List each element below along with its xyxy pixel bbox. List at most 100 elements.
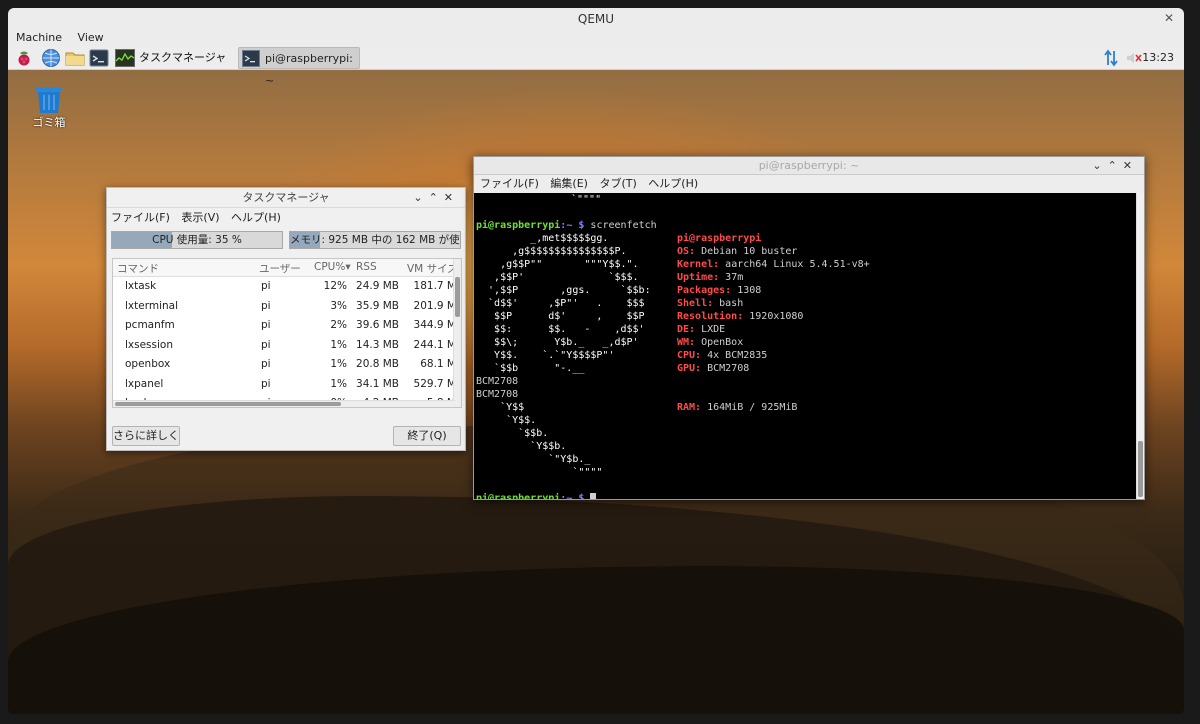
- cell-rss: 24.9 MB: [356, 280, 399, 292]
- minimize-icon[interactable]: ⌄: [1092, 159, 1107, 172]
- table-row[interactable]: lxsession pi 1% 14.3 MB 244.1 M: [113, 336, 461, 356]
- tm-menu-file[interactable]: ファイル(F): [111, 211, 170, 224]
- col-rss[interactable]: RSS: [356, 261, 377, 273]
- info-line: Resolution: 1920x1080: [677, 311, 804, 322]
- text-cursor: [590, 492, 597, 499]
- logo-line: ,$$P' `$$$.: [476, 272, 639, 283]
- qemu-menubar: Machine View: [8, 30, 1184, 46]
- term-menu-edit[interactable]: 編集(E): [550, 177, 588, 190]
- command-text: screenfetch: [590, 220, 657, 231]
- cell-user: pi: [261, 377, 271, 390]
- taskbar-terminal[interactable]: pi@raspberrypi: ~: [238, 47, 360, 87]
- logo-line: $$P d$' , $$P: [476, 311, 645, 322]
- logo-line: `Y$$b.: [476, 441, 567, 452]
- taskbar-terminal-label: pi@raspberrypi: ~: [265, 52, 353, 87]
- cell-cpu: 1%: [330, 338, 347, 351]
- cell-rss: 35.9 MB: [356, 299, 399, 312]
- terminal-scrollbar[interactable]: [1136, 193, 1144, 499]
- table-row[interactable]: lxterminal pi 3% 35.9 MB 201.9 M: [113, 297, 461, 317]
- terminal-titlebar[interactable]: pi@raspberrypi: ~ ⌄⌃✕: [474, 157, 1144, 175]
- info-line: GPU: BCM2708: [677, 363, 750, 374]
- maximize-icon[interactable]: ⌃: [1108, 159, 1123, 172]
- cell-vm: 201.9 M: [413, 299, 456, 312]
- task-manager-window: タスクマネージャ ⌄⌃✕ ファイル(F) 表示(V) ヘルプ(H) CPU 使用…: [106, 187, 466, 451]
- cell-user: pi: [261, 319, 271, 331]
- col-command[interactable]: コマンド: [117, 261, 159, 276]
- col-vm[interactable]: VM サイズ: [407, 261, 458, 276]
- close-icon[interactable]: ✕: [1123, 159, 1138, 172]
- table-row[interactable]: lxpanel pi 1% 34.1 MB 529.7 M: [113, 375, 461, 395]
- prompt-user: pi@raspberrypi: [476, 220, 561, 231]
- raspberry-menu-icon[interactable]: [14, 48, 34, 68]
- tm-menu-help[interactable]: ヘルプ(H): [231, 211, 281, 224]
- col-user[interactable]: ユーザー: [259, 261, 301, 276]
- taskbar-task-manager[interactable]: タスクマネージャ: [113, 48, 226, 68]
- info-line: Uptime: 37m: [677, 272, 744, 283]
- cell-cpu: 3%: [330, 299, 347, 312]
- terminal-window: pi@raspberrypi: ~ ⌄⌃✕ ファイル(F) 編集(E) タブ(T…: [473, 156, 1145, 500]
- table-row[interactable]: lxtask pi 12% 24.9 MB 181.7 M: [113, 277, 461, 297]
- minimize-icon[interactable]: ⌄: [413, 191, 428, 204]
- cell-cpu: 1%: [330, 377, 347, 390]
- menu-view[interactable]: View: [78, 31, 104, 44]
- vertical-scrollbar[interactable]: [453, 259, 461, 407]
- cell-command: lxterminal: [125, 299, 178, 312]
- horizontal-scrollbar[interactable]: [113, 400, 455, 407]
- cell-command: openbox: [125, 358, 171, 370]
- cell-user: pi: [261, 338, 271, 351]
- network-icon[interactable]: [1103, 49, 1119, 67]
- info-line: DE: LXDE: [677, 324, 726, 335]
- logo-line: `d$$' ,$P"' . $$$: [476, 298, 645, 309]
- cell-user: pi: [261, 299, 271, 312]
- web-browser-icon[interactable]: [41, 48, 61, 68]
- logo-line: `Y$$.: [476, 415, 537, 426]
- cell-cpu: 2%: [330, 319, 347, 331]
- table-row[interactable]: pcmanfm pi 2% 39.6 MB 344.9 M: [113, 316, 461, 336]
- prompt-line: pi@raspberrypi:~ $: [476, 492, 597, 499]
- file-manager-icon[interactable]: [65, 48, 85, 68]
- cell-rss: 20.8 MB: [356, 358, 399, 370]
- close-icon[interactable]: ✕: [1160, 9, 1178, 27]
- logo-line: `$$b.: [476, 428, 549, 439]
- col-cpu[interactable]: CPU%▾: [314, 261, 351, 273]
- terminal-title: pi@raspberrypi: ~: [758, 159, 860, 172]
- task-manager-titlebar[interactable]: タスクマネージャ ⌄⌃✕: [107, 188, 465, 208]
- process-rows: lxtask pi 12% 24.9 MB 181.7 M lxterminal pi 3% 3…: [113, 277, 461, 407]
- term-menu-help[interactable]: ヘルプ(H): [648, 177, 698, 190]
- term-menu-tabs[interactable]: タブ(T): [599, 177, 636, 190]
- logo-line: ',$$P ,ggs. `$$b:: [476, 285, 651, 296]
- terminal-icon: [242, 50, 260, 67]
- logo-line: `"""": [476, 467, 603, 478]
- info-line: Shell: bash: [677, 298, 744, 309]
- trash-icon[interactable]: [32, 86, 66, 114]
- table-row[interactable]: openbox pi 1% 20.8 MB 68.1 M: [113, 355, 461, 375]
- volume-muted-icon[interactable]: [1126, 51, 1142, 65]
- maximize-icon[interactable]: ⌃: [429, 191, 444, 204]
- bcm-line: BCM2708: [476, 389, 519, 400]
- logo-line: `Y$$: [476, 402, 525, 413]
- cell-command: lxsession: [125, 338, 173, 351]
- taskbar: タスクマネージャ pi@raspberrypi: ~ 13:23: [8, 46, 1184, 87]
- info-line: Kernel: aarch64 Linux 5.4.51-v8+: [677, 259, 870, 270]
- menu-machine[interactable]: Machine: [16, 31, 62, 44]
- term-menu-file[interactable]: ファイル(F): [480, 177, 539, 190]
- cell-cpu: 1%: [330, 358, 347, 370]
- process-table-header: コマンド ユーザー CPU%▾ RSS VM サイズ: [113, 259, 461, 277]
- terminal-icon[interactable]: [89, 48, 109, 68]
- close-icon[interactable]: ✕: [444, 191, 459, 204]
- desktop: タスクマネージャ pi@raspberrypi: ~ 13:23 ゴミ箱 タスク…: [8, 46, 1184, 714]
- task-manager-menubar: ファイル(F) 表示(V) ヘルプ(H): [107, 208, 465, 228]
- qemu-window: QEMU ✕ Machine View タスクマネージャ pi@raspberr…: [8, 8, 1184, 714]
- cell-command: pcmanfm: [125, 319, 175, 331]
- logo-line: ,g$$P"" """Y$$.".: [476, 259, 639, 270]
- tm-menu-view[interactable]: 表示(V): [181, 211, 219, 224]
- clock[interactable]: 13:23: [1142, 46, 1174, 70]
- cpu-usage-bar: CPU 使用量: 35 %: [111, 231, 283, 249]
- cell-vm: 529.7 M: [413, 377, 456, 390]
- logo-line: Y$$. `.`"Y$$$$P"': [476, 350, 615, 361]
- cell-rss: 34.1 MB: [356, 377, 399, 390]
- terminal-output[interactable]: `"""" pi@raspberrypi:~ $ screenfetch _,m…: [475, 193, 1137, 499]
- quit-button[interactable]: 終了(Q): [393, 426, 461, 446]
- more-details-button[interactable]: さらに詳しく: [112, 426, 180, 446]
- memory-usage-bar: メモリ: 925 MB 中の 162 MB が使用中: [289, 231, 461, 249]
